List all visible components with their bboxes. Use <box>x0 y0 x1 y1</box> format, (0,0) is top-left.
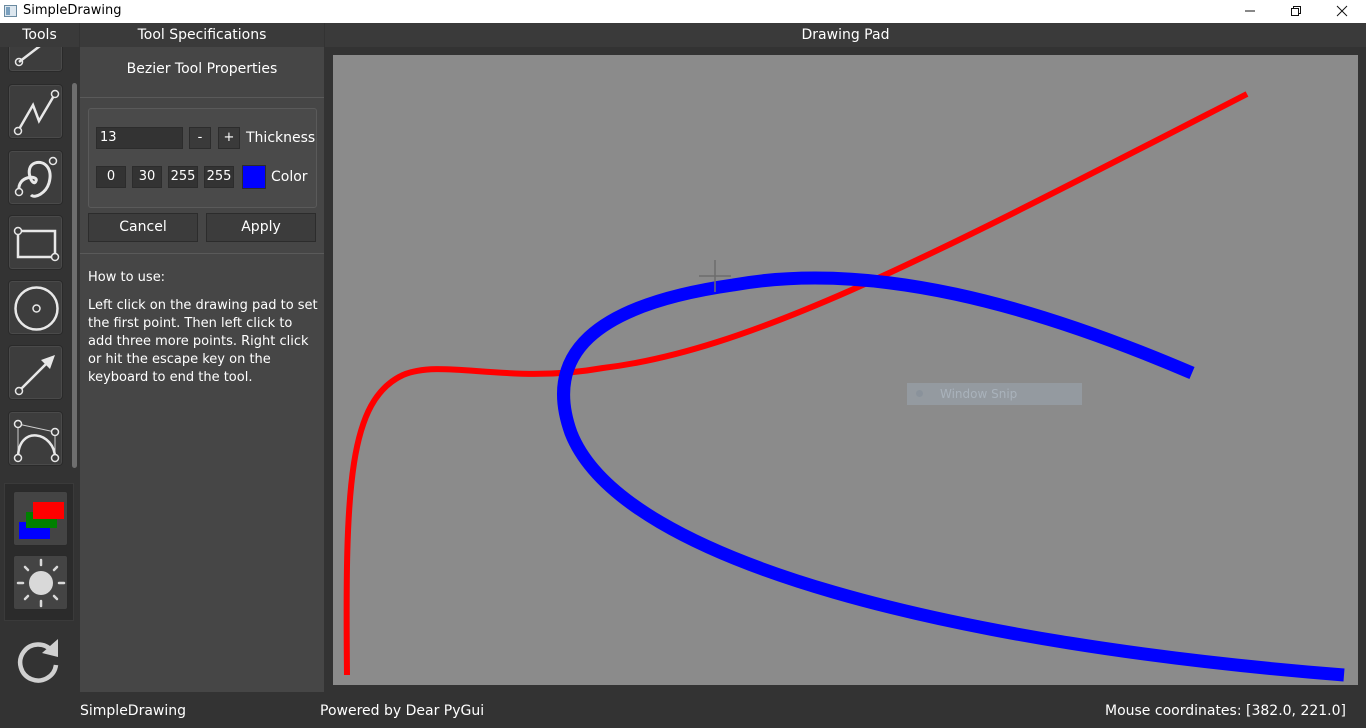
properties-group: 13 - + Thickness 0 30 255 255 Color <box>88 108 317 208</box>
tools-panel: Tools <box>0 23 79 692</box>
drawing-pad-panel: Drawing Pad Window Snip <box>325 23 1366 692</box>
restore-icon <box>1291 6 1301 16</box>
line-icon <box>14 47 41 67</box>
drawing-canvas-svg <box>343 91 1345 682</box>
layers-icon <box>19 502 64 539</box>
brightness-tool-button[interactable] <box>13 555 68 610</box>
circle-icon <box>14 286 59 331</box>
tool-list <box>0 47 79 470</box>
close-button[interactable] <box>1319 0 1365 23</box>
color-alpha-input[interactable]: 255 <box>204 166 234 188</box>
status-app-name: SimpleDrawing <box>80 703 187 719</box>
spec-header: Tool Specifications <box>80 23 324 47</box>
thickness-minus-button[interactable]: - <box>189 127 211 149</box>
how-to-use-text: Left click on the drawing pad to set the… <box>88 298 318 385</box>
minimize-icon <box>1245 10 1255 12</box>
snip-icon <box>916 390 923 397</box>
cancel-button[interactable]: Cancel <box>88 213 198 242</box>
tool-specifications-panel: Tool Specifications Bezier Tool Properti… <box>80 23 324 692</box>
sun-icon <box>16 558 66 608</box>
thickness-input[interactable]: 13 <box>96 127 183 149</box>
blue-bezier-stroke <box>557 271 1345 682</box>
color-red-input[interactable]: 0 <box>96 166 126 188</box>
status-bar: SimpleDrawing Powered by Dear PyGui Mous… <box>0 692 1366 728</box>
bezier-tool-button[interactable] <box>8 411 63 466</box>
status-powered-by: Powered by Dear PyGui <box>320 703 485 719</box>
arrow-tool-button[interactable] <box>8 345 63 400</box>
tools-scrollbar[interactable] <box>72 83 77 468</box>
window-snip-overlay: Window Snip <box>907 383 1082 405</box>
color-blue-input[interactable]: 255 <box>168 166 198 188</box>
rectangle-tool-button[interactable] <box>8 215 63 270</box>
drawing-pad-header: Drawing Pad <box>325 23 1366 47</box>
red-bezier-stroke <box>343 91 1249 676</box>
color-label: Color <box>271 169 308 185</box>
mouse-coordinates: Mouse coordinates: [382.0, 221.0] <box>1105 703 1346 719</box>
layers-tool-button[interactable] <box>13 491 68 546</box>
minimize-button[interactable] <box>1227 0 1273 23</box>
line-tool-button[interactable] <box>8 47 63 72</box>
app-icon <box>4 5 17 17</box>
close-icon <box>1336 5 1348 17</box>
title-bar: SimpleDrawing <box>0 0 1366 23</box>
color-green-input[interactable]: 30 <box>132 166 162 188</box>
restore-button[interactable] <box>1273 0 1319 23</box>
divider <box>80 97 324 98</box>
window-title: SimpleDrawing <box>23 3 122 18</box>
redo-button[interactable] <box>14 633 64 683</box>
thickness-label: Thickness <box>246 130 316 146</box>
drawing-pad-canvas[interactable]: Window Snip <box>333 55 1358 685</box>
window-snip-label: Window Snip <box>940 387 1018 401</box>
thickness-plus-button[interactable]: + <box>218 127 240 149</box>
redo-icon <box>17 639 59 683</box>
bezier-icon <box>13 419 60 463</box>
divider <box>80 253 324 254</box>
arrow-icon <box>14 355 55 396</box>
polyline-icon <box>13 89 60 136</box>
how-to-use-title: How to use: <box>88 270 166 285</box>
color-swatch[interactable] <box>242 165 266 189</box>
tools-header: Tools <box>0 23 79 47</box>
freehand-icon <box>14 156 58 198</box>
extra-tools-panel <box>4 483 74 621</box>
freehand-tool-button[interactable] <box>8 150 63 205</box>
bezier-properties-title: Bezier Tool Properties <box>126 61 278 77</box>
circle-tool-button[interactable] <box>8 280 63 335</box>
apply-button[interactable]: Apply <box>206 213 316 242</box>
rectangle-icon <box>13 226 60 262</box>
polyline-tool-button[interactable] <box>8 84 63 139</box>
